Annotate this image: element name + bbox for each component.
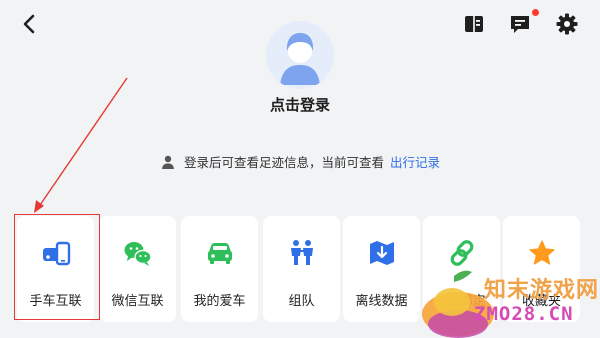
card-wechat-link[interactable]: 微信互联 xyxy=(99,216,176,322)
card-label: 离线数据 xyxy=(355,294,408,309)
car-icon xyxy=(208,243,232,264)
card-label: 微信互联 xyxy=(111,294,164,309)
card-label: 我的爱车 xyxy=(193,294,246,309)
gear-icon[interactable] xyxy=(555,12,579,36)
avatar[interactable] xyxy=(266,21,334,89)
message-icon[interactable] xyxy=(508,12,532,36)
travel-record-link[interactable]: 出行记录 xyxy=(390,155,440,170)
watermark-text: 知末游戏网 xyxy=(484,278,600,303)
login-hint: 登录后可查看足迹信息，当前可查看 出行记录 xyxy=(0,152,600,171)
login-label[interactable]: 点击登录 xyxy=(0,94,600,115)
back-chevron-icon[interactable] xyxy=(18,12,42,36)
book-icon[interactable] xyxy=(462,12,486,36)
notification-badge xyxy=(532,9,539,16)
team-icon xyxy=(291,240,313,265)
hint-text: 登录后可查看足迹信息，当前可查看 xyxy=(183,155,384,170)
default-avatar-icon xyxy=(266,21,334,89)
watermark-url: ZMO28.CN xyxy=(474,303,574,325)
card-offline-data[interactable]: 离线数据 xyxy=(343,216,420,322)
card-team[interactable]: 组队 xyxy=(263,216,340,322)
card-my-car[interactable]: 我的爱车 xyxy=(181,216,258,322)
card-label: 组队 xyxy=(288,294,315,309)
highlight-box xyxy=(14,214,100,320)
person-icon xyxy=(161,155,174,169)
offline-map-icon xyxy=(370,241,394,265)
wechat-icon xyxy=(124,242,152,266)
